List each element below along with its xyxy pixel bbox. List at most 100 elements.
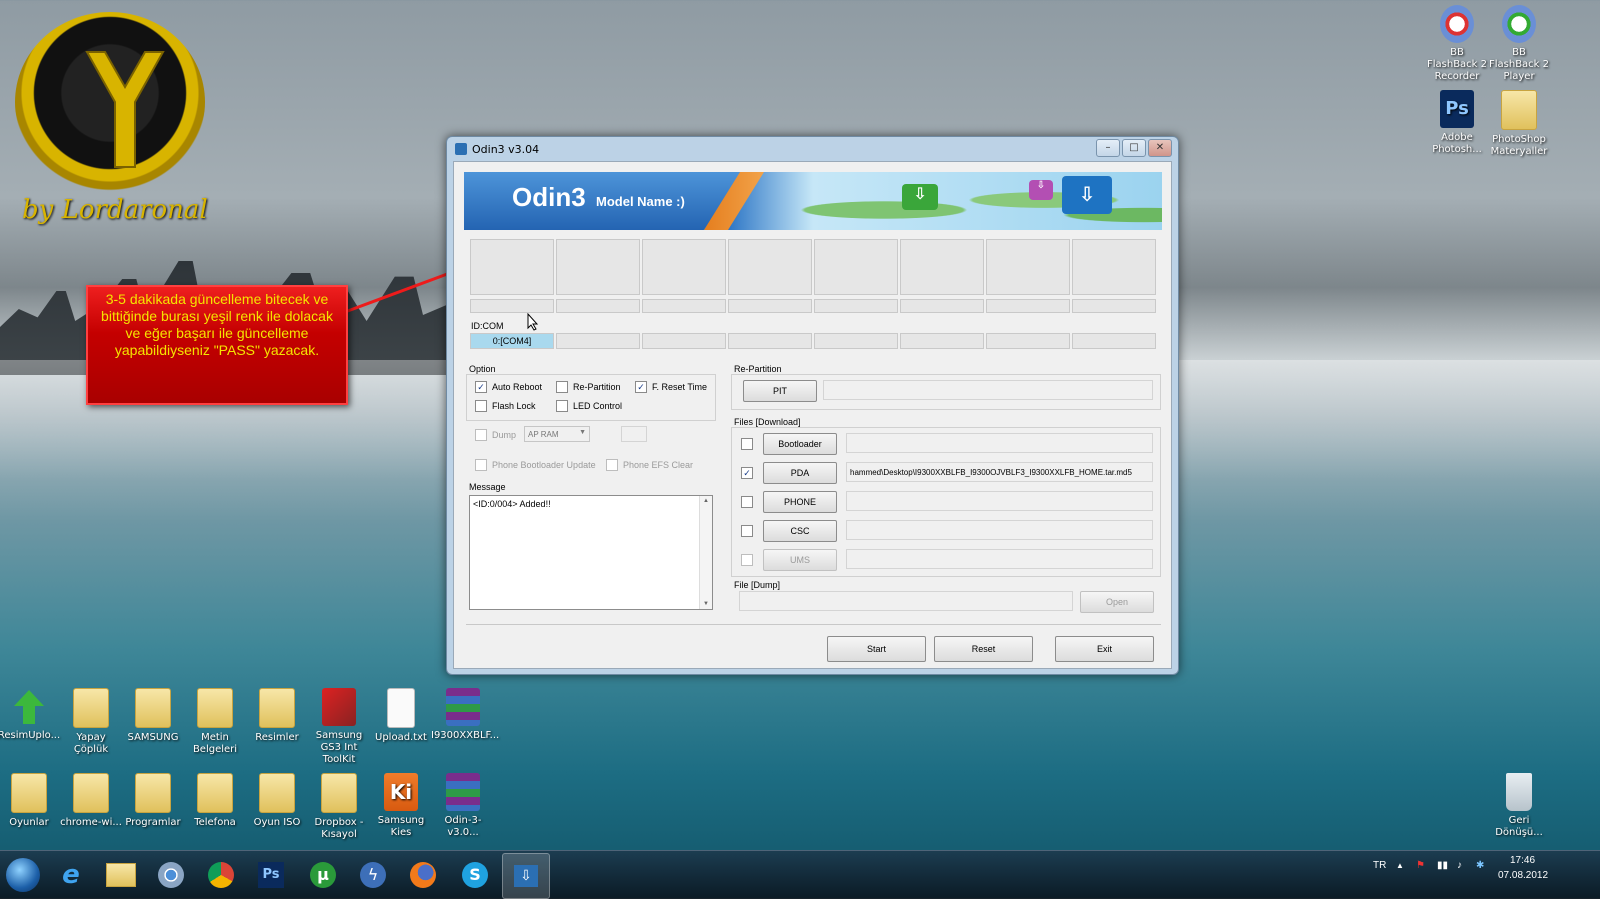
chrome-icon <box>208 862 234 888</box>
auto-reboot-checkbox[interactable]: ✓ Auto Reboot <box>475 381 542 393</box>
phone-button[interactable]: PHONE <box>763 491 837 513</box>
desktop-icon-photoshop[interactable]: Ps Adobe Photosh... <box>1425 90 1489 156</box>
start-button[interactable]: Start <box>827 636 926 662</box>
taskbar-utorrent[interactable]: µ <box>300 853 346 897</box>
desktop-icon-yapay-copluk[interactable]: Yapay Çöplük <box>59 688 123 756</box>
odin-banner: Odin3 Model Name :) ⇩ ⇩ ⇩ <box>464 172 1162 230</box>
pit-button[interactable]: PIT <box>743 380 817 402</box>
dump-id-field[interactable] <box>621 426 647 442</box>
close-button[interactable]: ✕ <box>1148 139 1172 157</box>
open-button[interactable]: Open <box>1080 591 1154 613</box>
taskbar-app-bolt[interactable]: ϟ <box>350 853 396 897</box>
pda-checkbox[interactable]: ✓ <box>741 467 758 479</box>
rar-archive-icon <box>446 688 480 726</box>
desktop-icon-oyunlar[interactable]: Oyunlar <box>0 773 61 829</box>
reset-button[interactable]: Reset <box>934 636 1033 662</box>
ums-button[interactable]: UMS <box>763 549 837 571</box>
exit-button[interactable]: Exit <box>1055 636 1154 662</box>
taskbar-odin[interactable]: ⇩ <box>502 853 550 899</box>
id-com-label: ID:COM <box>471 321 504 331</box>
flashback-player-icon <box>1502 5 1536 43</box>
taskbar: e Ps µ ϟ S ⇩ TR ▲ ⚑ ▮▮ ♪ ✱ 17:46 07.08.2… <box>0 850 1600 899</box>
port-status-box <box>556 239 640 295</box>
desktop-icon-flashback-recorder[interactable]: BB FlashBack 2 Recorder <box>1425 5 1489 83</box>
desktop-icon-resimler[interactable]: Resimler <box>245 688 309 744</box>
pda-path-field[interactable]: hammed\Desktop\I9300XXBLFB_I9300OJVBLF3_… <box>846 462 1153 482</box>
pit-path-field[interactable] <box>823 380 1153 400</box>
csc-button[interactable]: CSC <box>763 520 837 542</box>
dropbox-folder-icon <box>321 773 357 813</box>
checkmark-icon: ✓ <box>475 381 487 393</box>
desktop-icon-samsung-gs3-toolkit[interactable]: Samsung GS3 Int ToolKit <box>307 688 371 766</box>
mouse-cursor-icon <box>527 313 539 331</box>
dump-checkbox[interactable]: Dump <box>475 429 516 441</box>
toolkit-icon <box>322 688 356 726</box>
show-hidden-icons-icon[interactable]: ▲ <box>1396 861 1404 870</box>
network-icon[interactable]: ▮▮ <box>1437 860 1448 871</box>
desktop-icon-samsung[interactable]: SAMSUNG <box>121 688 185 744</box>
chrome-icon <box>158 862 184 888</box>
desktop-icon-chrome-wi[interactable]: chrome-wi... <box>59 773 123 829</box>
flash-lock-checkbox[interactable]: Flash Lock <box>475 400 536 412</box>
csc-path-field[interactable] <box>846 520 1153 540</box>
desktop-icon-oyun-iso[interactable]: Oyun ISO <box>245 773 309 829</box>
action-center-flag-icon[interactable]: ⚑ <box>1416 860 1425 871</box>
clock-date[interactable]: 07.08.2012 <box>1498 870 1548 881</box>
pda-button[interactable]: PDA <box>763 462 837 484</box>
bootloader-button[interactable]: Bootloader <box>763 433 837 455</box>
desktop-icon-photoshop-materyaller[interactable]: PhotoShop Materyaller <box>1487 90 1551 158</box>
dump-path-field[interactable] <box>739 591 1073 611</box>
desktop-icon-dropbox[interactable]: Dropbox - Kısayol <box>307 773 371 841</box>
checkmark-icon: ✓ <box>741 467 753 479</box>
start-menu-button[interactable] <box>0 853 46 897</box>
bootloader-checkbox[interactable] <box>741 438 758 450</box>
taskbar-chrome[interactable] <box>198 853 244 897</box>
desktop-icon-i9300-archive[interactable]: I9300XXBLF... <box>431 688 499 742</box>
taskbar-firefox[interactable] <box>400 853 446 897</box>
utorrent-icon: µ <box>310 862 336 888</box>
bootloader-path-field[interactable] <box>846 433 1153 453</box>
led-control-checkbox[interactable]: LED Control <box>556 400 622 412</box>
desktop-icon-resimuplo[interactable]: ResimUplo... <box>0 688 61 742</box>
phone-path-field[interactable] <box>846 491 1153 511</box>
desktop-icon-upload-txt[interactable]: Upload.txt <box>369 688 433 744</box>
message-scrollbar[interactable]: ▲ ▼ <box>699 496 712 609</box>
volume-icon[interactable]: ♪ <box>1457 860 1462 871</box>
folder-icon <box>259 773 295 813</box>
message-label: Message <box>469 482 506 492</box>
clock-time[interactable]: 17:46 <box>1510 855 1535 866</box>
csc-checkbox[interactable] <box>741 525 758 537</box>
message-log[interactable]: <ID:0/004> Added!! ▲ ▼ <box>469 495 713 610</box>
taskbar-chrome-blue[interactable] <box>148 853 194 897</box>
f-reset-time-checkbox[interactable]: ✓ F. Reset Time <box>635 381 707 393</box>
desktop-icon-recycle-bin[interactable]: Geri Dönüşü... <box>1487 773 1551 839</box>
window-titlebar[interactable]: Odin3 v3.04 <box>447 137 1178 161</box>
phone-bootloader-update-checkbox[interactable]: Phone Bootloader Update <box>475 459 596 471</box>
taskbar-explorer[interactable] <box>98 853 144 897</box>
re-partition-label: Re-Partition <box>734 364 782 374</box>
language-indicator[interactable]: TR <box>1373 860 1386 871</box>
re-partition-checkbox[interactable]: Re-Partition <box>556 381 621 393</box>
ums-path-field[interactable] <box>846 549 1153 569</box>
desktop-icon-odin-archive[interactable]: Odin-3-v3.0... <box>431 773 495 839</box>
desktop-icon-samsung-kies[interactable]: Ki Samsung Kies <box>369 773 433 839</box>
taskbar-internet-explorer[interactable]: e <box>48 853 94 897</box>
dump-type-select[interactable]: AP RAM ▼ <box>524 426 590 442</box>
ums-checkbox[interactable] <box>741 554 758 566</box>
maximize-button[interactable]: □ <box>1122 139 1146 157</box>
com-port-slot <box>900 333 984 349</box>
phone-checkbox[interactable] <box>741 496 758 508</box>
taskbar-photoshop[interactable]: Ps <box>248 853 294 897</box>
port-status-box <box>1072 239 1156 295</box>
bluetooth-icon[interactable]: ✱ <box>1476 860 1484 871</box>
minimize-button[interactable]: – <box>1096 139 1120 157</box>
desktop-icon-metin-belgeleri[interactable]: Metin Belgeleri <box>183 688 247 756</box>
taskbar-skype[interactable]: S <box>452 853 498 897</box>
desktop-icon-programlar[interactable]: Programlar <box>121 773 185 829</box>
desktop-icon-telefona[interactable]: Telefona <box>183 773 247 829</box>
desktop-icon-flashback-player[interactable]: BB FlashBack 2 Player <box>1487 5 1551 83</box>
annotation-box: 3-5 dakikada güncelleme bitecek ve bitti… <box>86 285 348 405</box>
progress-bar <box>1072 299 1156 313</box>
phone-efs-clear-checkbox[interactable]: Phone EFS Clear <box>606 459 693 471</box>
port-status-boxes <box>470 239 1156 295</box>
